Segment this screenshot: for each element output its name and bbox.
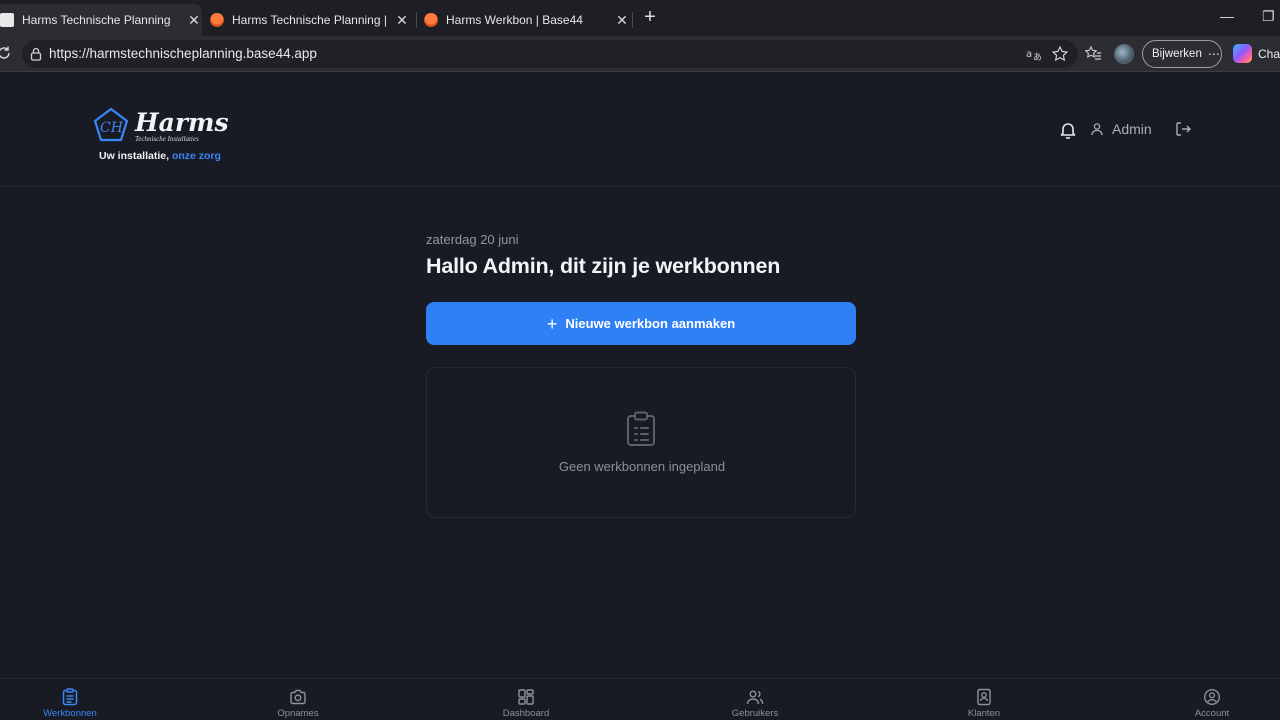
favorites-icon[interactable] [1084, 45, 1102, 63]
tagline-text: Uw installatie, [99, 150, 170, 162]
empty-state-message: Geen werkbonnen ingepland [558, 459, 726, 474]
nav-label: Dashboard [502, 708, 550, 719]
plus-icon: + [546, 313, 558, 334]
translate-icon[interactable]: a あ [1025, 45, 1043, 63]
app-header: CH Harms Technische Installaties Uw inst… [0, 73, 1280, 187]
bell-icon[interactable] [1058, 120, 1078, 140]
logo-mark-icon: CH [93, 107, 129, 142]
nav-item-gebruikers[interactable]: Gebruikers [695, 679, 815, 720]
address-bar[interactable]: https://harmstechnischeplanning.base44.a… [22, 40, 1078, 68]
nav-label: Account [1194, 708, 1230, 719]
page-icon [0, 13, 14, 27]
copilot-icon[interactable] [1233, 44, 1252, 63]
tab-divider [416, 12, 417, 28]
update-label: Bijwerken [1152, 48, 1202, 60]
tagline-accent: onze zorg [171, 150, 221, 162]
new-workorder-label: Nieuwe werkbon aanmaken [565, 316, 736, 331]
tab-title: Harms Technische Planning [22, 13, 171, 27]
favorite-star-icon[interactable] [1051, 45, 1069, 63]
nav-label: Gebruikers [731, 708, 779, 719]
nav-label: Klanten [967, 708, 1001, 719]
tab-title: Harms Technische Planning | Base44 [232, 13, 388, 27]
nav-item-dashboard[interactable]: Dashboard [466, 679, 586, 720]
browser-tab[interactable]: Harms Werkbon | Base44 ✕ [424, 4, 630, 36]
user-icon [1091, 123, 1103, 136]
base44-icon [210, 13, 224, 27]
new-tab-button[interactable]: + [640, 7, 660, 28]
more-icon: ⋯ [1207, 47, 1221, 61]
clipboard-icon [627, 411, 655, 446]
update-button[interactable]: Bijwerken ⋯ [1142, 40, 1222, 68]
nav-item-account[interactable]: Account [1152, 679, 1272, 720]
user-menu[interactable]: Admin [1090, 121, 1152, 137]
account-icon [1203, 688, 1221, 706]
nav-item-werkbonnen[interactable]: Werkbonnen [10, 679, 130, 720]
browser-tab-bar: Harms Technische Planning ✕ Harms Techni… [0, 0, 1280, 36]
logo-name: Harms [135, 108, 229, 137]
logo-tagline: Uw installatie, onze zorg [99, 150, 221, 162]
close-icon[interactable]: ✕ [614, 12, 630, 29]
close-icon[interactable]: ✕ [394, 12, 410, 29]
user-name: Admin [1112, 121, 1152, 137]
logout-icon[interactable] [1174, 120, 1192, 138]
users-icon [746, 690, 764, 705]
nav-label: Opnames [277, 708, 319, 719]
clipboard-icon [62, 688, 78, 706]
nav-item-klanten[interactable]: Klanten [924, 679, 1044, 720]
nav-item-opnames[interactable]: Opnames [238, 679, 358, 720]
empty-state-card: Geen werkbonnen ingepland [426, 367, 856, 518]
profile-avatar[interactable] [1114, 44, 1134, 64]
minimize-icon[interactable]: — [1220, 8, 1234, 24]
current-date: zaterdag 20 juni [426, 232, 519, 247]
browser-tab-active[interactable]: Harms Technische Planning ✕ [0, 4, 202, 36]
svg-text:CH: CH [100, 120, 124, 136]
copilot-label[interactable]: Chat [1258, 47, 1280, 61]
logo-subtitle: Technische Installaties [135, 135, 199, 143]
page-title: Hallo Admin, dit zijn je werkbonnen [426, 254, 781, 278]
browser-toolbar: https://harmstechnischeplanning.base44.a… [0, 36, 1280, 72]
url-text[interactable]: https://harmstechnischeplanning.base44.a… [49, 46, 317, 61]
svg-text:a: a [1026, 49, 1032, 60]
new-workorder-button[interactable]: + Nieuwe werkbon aanmaken [426, 302, 856, 345]
dashboard-icon [518, 689, 534, 705]
tab-divider [632, 12, 633, 28]
svg-text:あ: あ [1033, 52, 1042, 63]
close-icon[interactable]: ✕ [186, 12, 202, 29]
contact-book-icon [977, 688, 991, 706]
bottom-navigation: Werkbonnen Opnames Dashboard Gebruikers [0, 678, 1280, 720]
tab-title: Harms Werkbon | Base44 [446, 13, 583, 27]
nav-label: Werkbonnen [43, 708, 97, 719]
base44-icon [424, 13, 438, 27]
browser-tab[interactable]: Harms Technische Planning | Base44 ✕ [210, 4, 410, 36]
maximize-icon[interactable]: ❐ [1262, 8, 1275, 25]
site-info-icon[interactable] [28, 46, 44, 62]
reload-icon[interactable] [0, 45, 12, 61]
company-logo[interactable]: CH Harms Technische Installaties Uw inst… [92, 107, 232, 163]
camera-icon [290, 689, 306, 705]
